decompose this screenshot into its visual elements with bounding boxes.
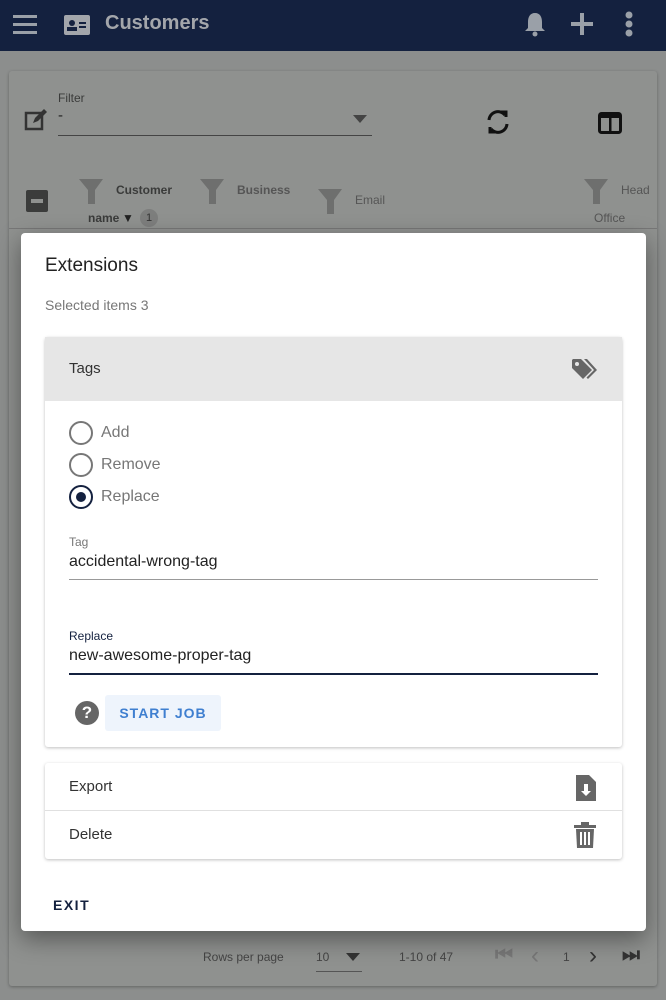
tags-panel: Tags Add Remove Replace Tag Replace ? ST… (45, 337, 622, 747)
column-header-head-office-line2[interactable]: Office (594, 211, 625, 225)
radio-label: Add (101, 424, 130, 441)
rows-per-page-label: Rows per page (203, 950, 284, 964)
delete-item[interactable]: Delete (45, 811, 622, 859)
next-page-icon[interactable]: › (589, 942, 597, 970)
radio-remove[interactable]: Remove (69, 453, 161, 477)
filter-select[interactable]: - (58, 107, 372, 136)
radio-circle[interactable] (69, 485, 93, 509)
plus-icon[interactable] (568, 10, 596, 38)
delete-label: Delete (69, 826, 113, 843)
dropdown-arrow-icon (346, 953, 360, 961)
more-vert-icon[interactable] (618, 10, 640, 38)
tags-panel-header[interactable]: Tags (45, 337, 622, 401)
extensions-dialog: Extensions Selected items 3 Tags Add Rem… (21, 233, 646, 931)
first-page-icon[interactable]: ⏮ (495, 944, 513, 967)
column-header-head-office[interactable]: Head (621, 183, 650, 197)
table-header: Customer name ▼ 1 Business Email Head Of… (9, 173, 657, 229)
dialog-title: Extensions (45, 255, 138, 276)
last-page-icon[interactable]: ⏭ (622, 944, 640, 967)
replace-input[interactable] (69, 643, 598, 675)
rows-per-page-value: 10 (316, 950, 330, 964)
filter-funnel-icon[interactable] (318, 189, 342, 217)
export-item[interactable]: Export (45, 763, 622, 811)
current-page: 1 (563, 950, 570, 964)
actions-panel: Export Delete (45, 763, 622, 859)
export-label: Export (69, 778, 113, 795)
tag-field-label: Tag (69, 535, 89, 549)
radio-circle[interactable] (69, 453, 93, 477)
bell-icon[interactable] (522, 10, 548, 38)
file-download-icon (576, 775, 596, 801)
filter-funnel-icon[interactable] (200, 179, 224, 207)
pagination-range: 1-10 of 47 (399, 950, 454, 964)
radio-circle[interactable] (69, 421, 93, 445)
tags-header-label: Tags (69, 360, 101, 377)
select-all-checkbox[interactable] (26, 190, 48, 212)
exit-button[interactable]: EXIT (45, 893, 98, 917)
sort-order-badge: 1 (140, 209, 158, 227)
filter-label: Filter (58, 91, 85, 105)
column-header-customer[interactable]: Customer (116, 183, 172, 197)
page-title: Customers (105, 12, 210, 34)
start-job-button[interactable]: START JOB (105, 695, 221, 731)
tags-icon (572, 359, 597, 379)
tag-field: Tag (69, 535, 598, 580)
menu-icon[interactable] (12, 12, 38, 36)
rows-per-page-select[interactable]: 10 (316, 948, 362, 972)
edit-filter-icon[interactable] (23, 107, 49, 133)
sort-desc-icon[interactable]: ▼ (122, 211, 134, 225)
refresh-icon[interactable] (484, 108, 512, 136)
radio-label: Replace (101, 488, 160, 505)
column-header-email[interactable]: Email (355, 193, 385, 207)
filter-funnel-icon[interactable] (79, 179, 103, 207)
contact-card-icon (64, 14, 90, 36)
columns-icon[interactable] (596, 109, 624, 137)
help-icon[interactable]: ? (75, 701, 99, 725)
dropdown-arrow-icon (353, 115, 367, 123)
column-header-business[interactable]: Business (237, 183, 290, 197)
filter-funnel-icon[interactable] (584, 179, 608, 207)
replace-field-label: Replace (69, 629, 114, 643)
tag-input[interactable] (69, 549, 598, 580)
filter-value: - (58, 107, 63, 124)
column-header-customer-line2[interactable]: name (88, 211, 119, 225)
radio-label: Remove (101, 456, 161, 473)
app-bar: Customers (0, 0, 666, 51)
selected-items-count: Selected items 3 (45, 297, 149, 313)
replace-field: Replace (69, 629, 598, 675)
radio-add[interactable]: Add (69, 421, 129, 445)
prev-page-icon[interactable]: ‹ (531, 942, 539, 970)
trash-icon (574, 822, 596, 848)
radio-replace[interactable]: Replace (69, 485, 160, 509)
